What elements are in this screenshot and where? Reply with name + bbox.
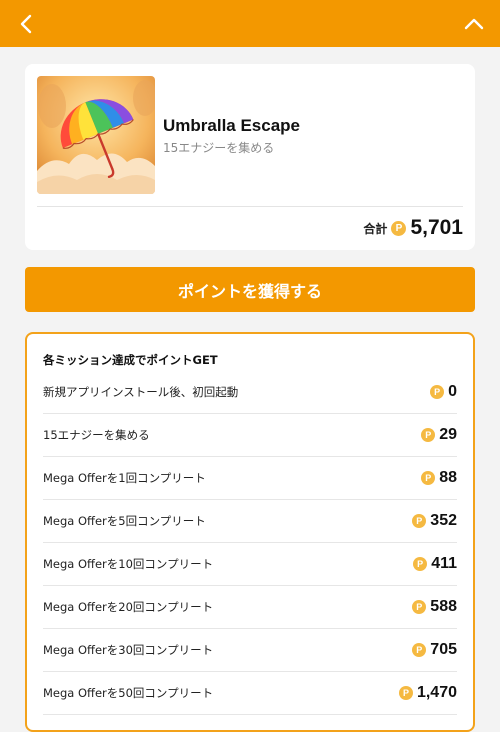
mission-label: Mega Offerを5回コンプリート: [43, 514, 206, 528]
top-bar: [0, 0, 500, 47]
mission-row: 15エナジーを集める P 29: [43, 414, 457, 457]
mission-label: Mega Offerを1回コンプリート: [43, 471, 206, 485]
point-coin-icon: P: [412, 514, 427, 528]
earn-points-button[interactable]: ポイントを獲得する: [25, 267, 475, 312]
mission-label: Mega Offerを30回コンプリート: [43, 643, 214, 657]
mission-value: 1,470: [416, 684, 457, 701]
mission-label: 新規アプリインストール後、初回起動: [43, 385, 239, 399]
mission-value: 588: [430, 598, 457, 615]
mission-row: 新規アプリインストール後、初回起動 P 0: [43, 371, 457, 414]
mission-points: P 88: [421, 469, 457, 487]
mission-points: P 1,470: [398, 684, 457, 702]
mission-value: 352: [430, 512, 457, 529]
back-button[interactable]: [10, 8, 42, 40]
point-coin-icon: P: [421, 471, 436, 485]
chevron-left-icon: [20, 14, 32, 34]
point-coin-icon: P: [413, 557, 428, 571]
mission-value: 0: [448, 383, 457, 400]
mission-points: P 411: [413, 555, 457, 573]
missions-title: 各ミッション達成でポイントGET: [43, 353, 218, 367]
total-points: 合計 P 5,701: [363, 216, 463, 240]
mission-value: 411: [431, 555, 457, 572]
total-label: 合計: [363, 221, 388, 236]
point-coin-icon: P: [412, 600, 427, 614]
mission-points: P 705: [412, 641, 457, 659]
app-subtitle: 15エナジーを集める: [163, 141, 275, 155]
collapse-button[interactable]: [458, 8, 490, 40]
point-coin-icon: P: [421, 428, 436, 442]
mission-row: Mega Offerを30回コンプリート P 705: [43, 629, 457, 672]
mission-value: 29: [439, 426, 457, 443]
mission-value: 705: [430, 641, 457, 658]
mission-row: Mega Offerを1回コンプリート P 88: [43, 457, 457, 500]
point-coin-icon: P: [430, 385, 445, 399]
point-coin-icon: P: [398, 686, 413, 700]
total-value: 5,701: [410, 216, 463, 239]
mission-value: 88: [439, 469, 457, 486]
mission-row: Mega Offerを50回コンプリート P 1,470: [43, 672, 457, 715]
missions-panel: 各ミッション達成でポイントGET 新規アプリインストール後、初回起動 P 0 1…: [25, 332, 475, 732]
mission-row: Mega Offerを10回コンプリート P 411: [43, 543, 457, 586]
mission-label: Mega Offerを10回コンプリート: [43, 557, 214, 571]
mission-row: Mega Offerを5回コンプリート P 352: [43, 500, 457, 543]
mission-row: Mega Offerを20回コンプリート P 588: [43, 586, 457, 629]
point-coin-icon: P: [412, 643, 427, 657]
mission-label: Mega Offerを20回コンプリート: [43, 600, 214, 614]
divider: [37, 206, 463, 207]
mission-points: P 588: [412, 598, 457, 616]
mission-points: P 352: [412, 512, 457, 530]
app-card: Umbralla Escape 15エナジーを集める 合計 P 5,701: [25, 64, 475, 250]
chevron-up-icon: [464, 18, 484, 30]
mission-points: P 0: [430, 383, 457, 401]
app-thumbnail: [37, 76, 155, 194]
mission-label: Mega Offerを50回コンプリート: [43, 686, 214, 700]
point-coin-icon: P: [391, 220, 407, 236]
mission-points: P 29: [421, 426, 457, 444]
app-title: Umbralla Escape: [163, 116, 301, 135]
mission-label: 15エナジーを集める: [43, 428, 150, 442]
